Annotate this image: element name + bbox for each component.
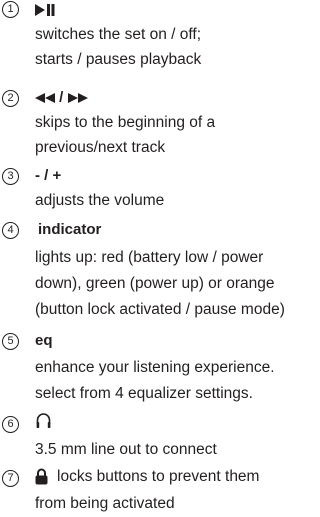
description-line: select from 4 equalizer settings. xyxy=(35,385,253,402)
description-line: adjusts the volume xyxy=(35,192,165,209)
item-heading: - / + xyxy=(35,167,62,184)
description-line: switches the set on / off; xyxy=(35,26,201,43)
item-number: 4 xyxy=(2,222,19,239)
separator-slash: / xyxy=(59,89,64,106)
fast-forward-icon xyxy=(67,93,88,104)
item-number: 5 xyxy=(2,333,19,350)
item-number: 3 xyxy=(2,168,19,185)
item-number: 2 xyxy=(2,90,19,107)
headphones-icon xyxy=(35,412,52,429)
manual-controls-list: 1 switches the set on / off; starts / pa… xyxy=(0,0,319,517)
item-number: 7 xyxy=(2,470,19,487)
rewind-icon xyxy=(35,93,55,104)
lock-icon xyxy=(35,468,48,485)
item-number: 1 xyxy=(2,1,19,18)
item-number: 6 xyxy=(2,416,19,433)
description-line: from being activated xyxy=(35,495,175,512)
item-heading: eq xyxy=(35,332,53,349)
description-line-with-lock: locks buttons to prevent them xyxy=(35,467,259,487)
description-line: enhance your listening experience. xyxy=(35,359,275,376)
item-heading xyxy=(35,410,52,430)
description-text: locks buttons to prevent them xyxy=(57,468,260,485)
description-line: lights up: red (battery low / power xyxy=(35,249,264,266)
description-line: previous/next track xyxy=(35,139,166,156)
description-line: (button lock activated / pause mode) xyxy=(35,301,285,318)
item-heading xyxy=(35,0,55,20)
description-line: skips to the beginning of a xyxy=(35,114,216,131)
item-heading: / xyxy=(35,88,88,108)
play-pause-icon xyxy=(35,4,55,17)
description-line: down), green (power up) or orange xyxy=(35,275,275,292)
item-heading: indicator xyxy=(38,221,102,238)
description-line: 3.5 mm line out to connect xyxy=(35,441,217,458)
description-line: starts / pauses playback xyxy=(35,51,202,68)
